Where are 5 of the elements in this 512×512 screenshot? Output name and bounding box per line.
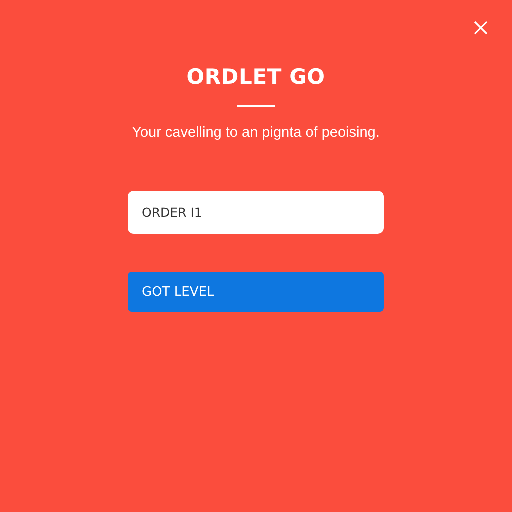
dialog-message: Your cavelling to an pignta of peoising. <box>132 124 380 143</box>
close-icon[interactable] <box>473 20 489 36</box>
input-field[interactable]: ORDER I1 <box>128 191 384 234</box>
submit-button[interactable]: GOT LEVEL <box>128 272 384 312</box>
dialog-title: ORDLET GO <box>186 64 326 91</box>
